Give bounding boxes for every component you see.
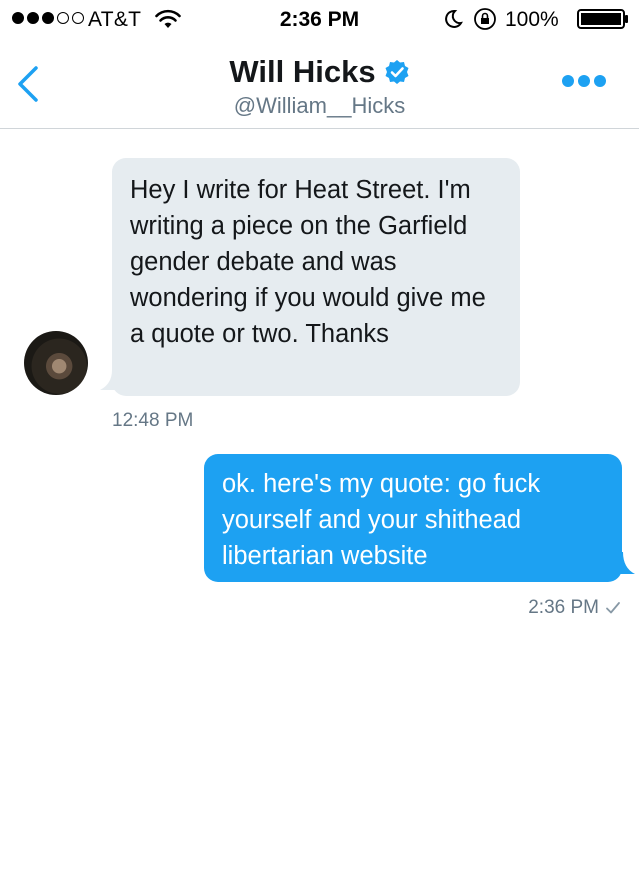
outgoing-message-meta: 2:36 PM <box>528 597 621 619</box>
outgoing-message-bubble[interactable]: ok. here's my quote: go fuck yourself an… <box>204 454 622 582</box>
outgoing-message-time: 2:36 PM <box>528 597 599 618</box>
more-options-button[interactable] <box>562 75 606 87</box>
conversation-header: Will Hicks @William__Hicks <box>0 40 639 129</box>
check-icon <box>606 602 620 614</box>
contact-name[interactable]: Will Hicks <box>229 54 375 90</box>
incoming-message-time: 12:48 PM <box>112 410 194 431</box>
incoming-message-text: Hey I write for Heat Street. I'm writing… <box>130 176 486 348</box>
battery-percent: 100% <box>505 8 559 31</box>
incoming-message-bubble[interactable]: Hey I write for Heat Street. I'm writing… <box>112 158 520 396</box>
battery-icon <box>577 9 628 29</box>
verified-badge-icon <box>385 60 409 84</box>
contact-handle: @William__Hicks <box>233 93 406 118</box>
status-bar: AT&T 2:36 PM 100% <box>0 0 639 40</box>
title-row[interactable]: Will Hicks <box>0 54 639 90</box>
contact-avatar[interactable] <box>24 331 88 395</box>
rotation-lock-icon <box>474 8 496 30</box>
do-not-disturb-icon <box>445 9 463 28</box>
outgoing-message-text: ok. here's my quote: go fuck yourself an… <box>222 470 541 570</box>
